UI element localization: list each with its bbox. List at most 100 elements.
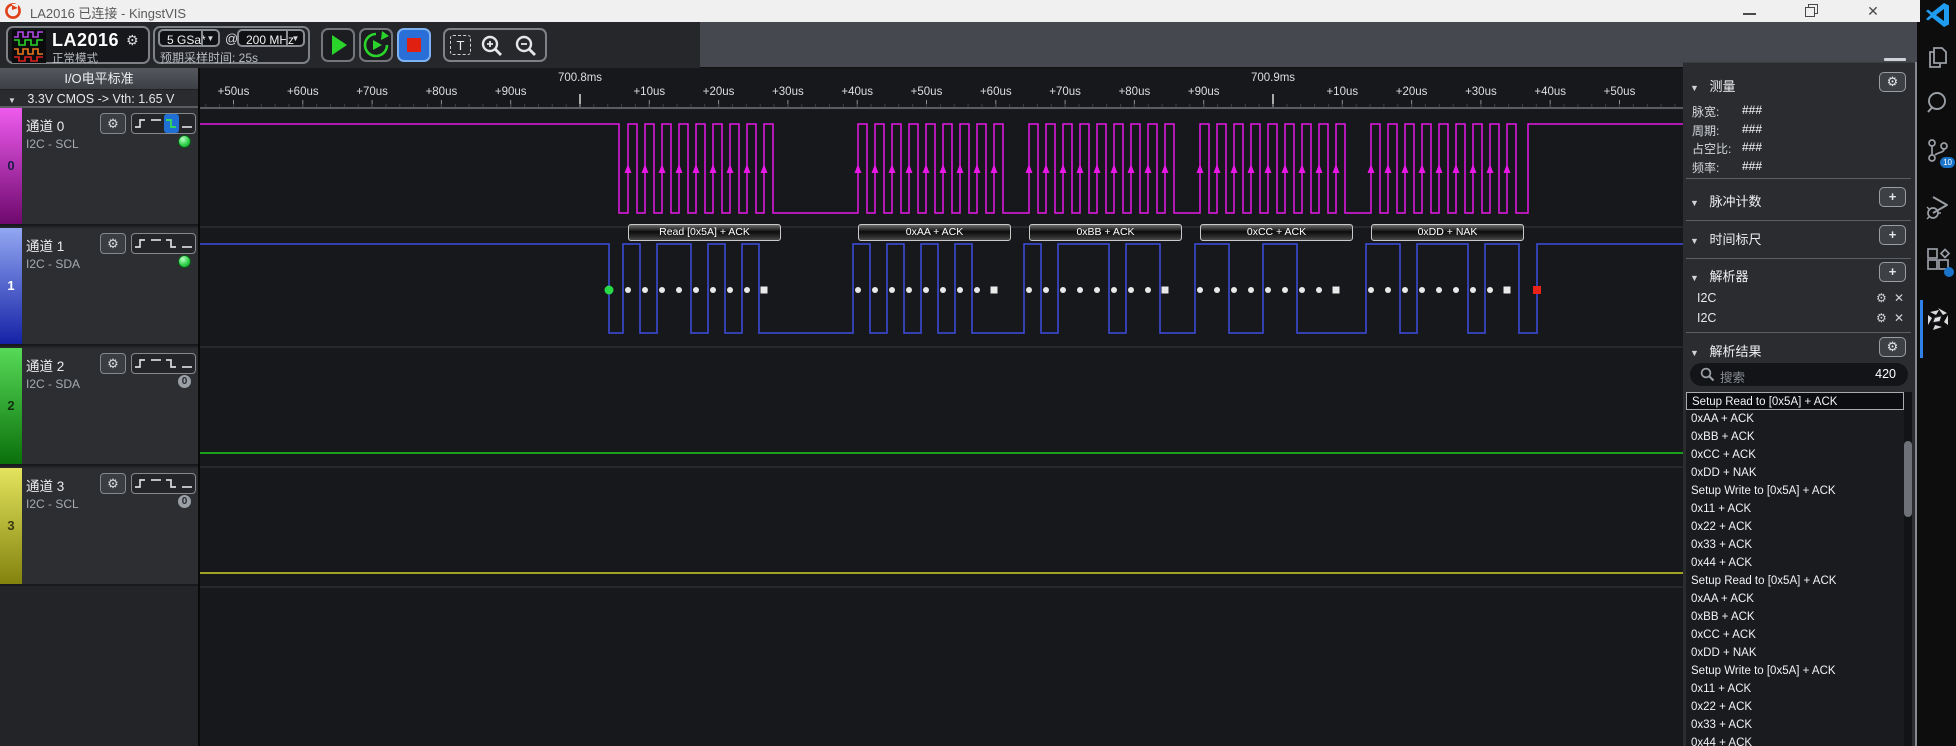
- decode-result-item[interactable]: 0x44 + ACK: [1686, 554, 1904, 572]
- decode-result-item[interactable]: 0x22 + ACK: [1686, 518, 1904, 536]
- decode-result-item[interactable]: 0xCC + ACK: [1686, 626, 1904, 644]
- decode-result-item[interactable]: 0x11 + ACK: [1686, 500, 1904, 518]
- section-decoders[interactable]: ▼ 解析器: [1690, 266, 1749, 285]
- decode-result-item[interactable]: 0x33 + ACK: [1686, 536, 1904, 554]
- trigger-high-button[interactable]: [148, 474, 164, 493]
- decode-result-item[interactable]: 0xDD + NAK: [1686, 644, 1904, 662]
- results-settings-button[interactable]: ⚙: [1879, 337, 1906, 357]
- trigger-fall-button[interactable]: [164, 354, 180, 373]
- trigger-fall-button[interactable]: [164, 474, 180, 493]
- trigger-fall-button[interactable]: [164, 234, 180, 253]
- channel-block-3[interactable]: 3通道 3I2C - SCL⚙0: [0, 468, 198, 586]
- trigger-rise-button[interactable]: [132, 234, 148, 253]
- clock-select[interactable]: 200 MHz ▼: [237, 29, 305, 47]
- run-button[interactable]: [321, 28, 355, 62]
- trigger-low-button[interactable]: [179, 114, 195, 133]
- decode-result-item[interactable]: 0xBB + ACK: [1686, 608, 1904, 626]
- trigger-rise-button[interactable]: [132, 474, 148, 493]
- source-control-icon[interactable]: 10: [1925, 138, 1951, 164]
- close-button[interactable]: ✕: [1858, 4, 1888, 18]
- decoder-settings-gear-icon[interactable]: ⚙: [1876, 311, 1887, 325]
- clock-dropdown-arrow[interactable]: ▼: [286, 31, 303, 45]
- decoded-byte-annotation[interactable]: 0xAA + ACK: [858, 224, 1011, 241]
- channel-settings-gear-icon[interactable]: ⚙: [100, 233, 126, 254]
- trigger-button-group[interactable]: [131, 473, 196, 494]
- explorer-icon[interactable]: [1925, 44, 1951, 70]
- channel-active-led: [178, 135, 191, 148]
- trigger-high-button[interactable]: [148, 354, 164, 373]
- decoded-byte-annotation[interactable]: 0xDD + NAK: [1371, 224, 1524, 241]
- decode-result-item[interactable]: 0xAA + ACK: [1686, 590, 1904, 608]
- decode-result-item[interactable]: 0x33 + ACK: [1686, 716, 1904, 734]
- device-settings-gear-icon[interactable]: ⚙: [126, 32, 139, 49]
- restore-button[interactable]: [1796, 4, 1826, 18]
- section-pulse-count[interactable]: ▼ 脉冲计数: [1690, 191, 1762, 210]
- results-search-box[interactable]: 搜索 420: [1690, 363, 1908, 386]
- sample-rate-select[interactable]: 5 GSa* ▼: [158, 29, 220, 47]
- trigger-high-button[interactable]: [148, 234, 164, 253]
- loop-run-button[interactable]: [359, 28, 393, 62]
- waveform-area[interactable]: +50us+60us+70us+80us+90us700.8ms+10us+20…: [200, 68, 1683, 746]
- results-scrollbar[interactable]: [1904, 392, 1912, 746]
- decoder-remove-icon[interactable]: ✕: [1894, 311, 1904, 325]
- trigger-button-group[interactable]: [131, 233, 196, 254]
- channel-block-2[interactable]: 2通道 2I2C - SDA⚙0: [0, 348, 198, 466]
- run-debug-icon[interactable]: [1925, 194, 1951, 220]
- decode-result-item[interactable]: 0xDD + NAK: [1686, 464, 1904, 482]
- add-decoder-button[interactable]: +: [1879, 262, 1906, 282]
- decoded-byte-annotation[interactable]: Read [0x5A] + ACK: [628, 224, 781, 241]
- io-level-value[interactable]: ▼ 3.3V CMOS -> Vth: 1.65 V: [0, 90, 198, 108]
- section-decode-results[interactable]: ▼ 解析结果: [1690, 341, 1762, 360]
- trigger-fall-button[interactable]: [164, 114, 180, 133]
- kingstvis-taskbar-icon[interactable]: [1925, 306, 1951, 332]
- decode-result-item[interactable]: 0x22 + ACK: [1686, 698, 1904, 716]
- device-group[interactable]: LA2016 ⚙ 正常模式: [6, 26, 150, 64]
- search-taskbar-icon[interactable]: [1925, 90, 1951, 116]
- add-time-marker-button[interactable]: +: [1879, 225, 1906, 245]
- decoded-byte-annotation[interactable]: 0xCC + ACK: [1200, 224, 1353, 241]
- decode-result-item[interactable]: Setup Write to [0x5A] + ACK: [1686, 482, 1904, 500]
- channel-settings-gear-icon[interactable]: ⚙: [100, 473, 126, 494]
- measure-settings-button[interactable]: ⚙: [1879, 72, 1906, 92]
- decode-result-item[interactable]: 0xAA + ACK: [1686, 410, 1904, 428]
- zoom-in-icon[interactable]: [479, 34, 505, 58]
- channel-block-1[interactable]: 1通道 1I2C - SDA⚙: [0, 228, 198, 346]
- zoom-out-icon[interactable]: [513, 34, 539, 58]
- io-level-header[interactable]: I/O电平标准: [0, 68, 198, 90]
- stop-button[interactable]: [397, 28, 431, 62]
- decode-result-item[interactable]: Setup Write to [0x5A] + ACK: [1686, 662, 1904, 680]
- channel-settings-gear-icon[interactable]: ⚙: [100, 113, 126, 134]
- decode-result-item[interactable]: Setup Read to [0x5A] + ACK: [1686, 392, 1904, 410]
- decoded-byte-annotation[interactable]: 0xBB + ACK: [1029, 224, 1182, 241]
- section-measure[interactable]: ▼ 测量: [1690, 76, 1736, 95]
- decode-result-item[interactable]: Setup Read to [0x5A] + ACK: [1686, 572, 1904, 590]
- decode-result-item[interactable]: 0xCC + ACK: [1686, 446, 1904, 464]
- section-time-ruler[interactable]: ▼ 时间标尺: [1690, 229, 1762, 248]
- decoder-settings-gear-icon[interactable]: ⚙: [1876, 291, 1887, 305]
- minimize-button[interactable]: [1735, 4, 1765, 18]
- results-scrollbar-thumb[interactable]: [1904, 441, 1912, 517]
- decode-result-item[interactable]: 0x44 + ACK: [1686, 734, 1904, 746]
- decoder-item-label[interactable]: I2C: [1697, 311, 1716, 325]
- trigger-low-button[interactable]: [179, 474, 195, 493]
- add-pulse-counter-button[interactable]: +: [1879, 187, 1906, 207]
- trigger-rise-button[interactable]: [132, 114, 148, 133]
- channel-block-0[interactable]: 0通道 0I2C - SCL⚙: [0, 108, 198, 226]
- extensions-icon[interactable]: [1925, 248, 1951, 274]
- trigger-high-button[interactable]: [148, 114, 164, 133]
- vscode-taskbar-icon[interactable]: [1925, 2, 1951, 28]
- trigger-low-button[interactable]: [179, 354, 195, 373]
- decoder-remove-icon[interactable]: ✕: [1894, 291, 1904, 305]
- decode-result-item[interactable]: 0xBB + ACK: [1686, 428, 1904, 446]
- sample-rate-dropdown-arrow[interactable]: ▼: [201, 31, 218, 45]
- decode-result-item[interactable]: 0x11 + ACK: [1686, 680, 1904, 698]
- channel-settings-gear-icon[interactable]: ⚙: [100, 353, 126, 374]
- text-annotation-tool-button[interactable]: T: [450, 35, 471, 55]
- trigger-button-group[interactable]: [131, 113, 196, 134]
- trigger-rise-button[interactable]: [132, 354, 148, 373]
- decoder-item-label[interactable]: I2C: [1697, 291, 1716, 305]
- decode-results-list[interactable]: Setup Read to [0x5A] + ACK0xAA + ACK0xBB…: [1686, 392, 1904, 746]
- trigger-button-group[interactable]: [131, 353, 196, 374]
- trigger-low-button[interactable]: [179, 234, 195, 253]
- divider: [1686, 178, 1911, 179]
